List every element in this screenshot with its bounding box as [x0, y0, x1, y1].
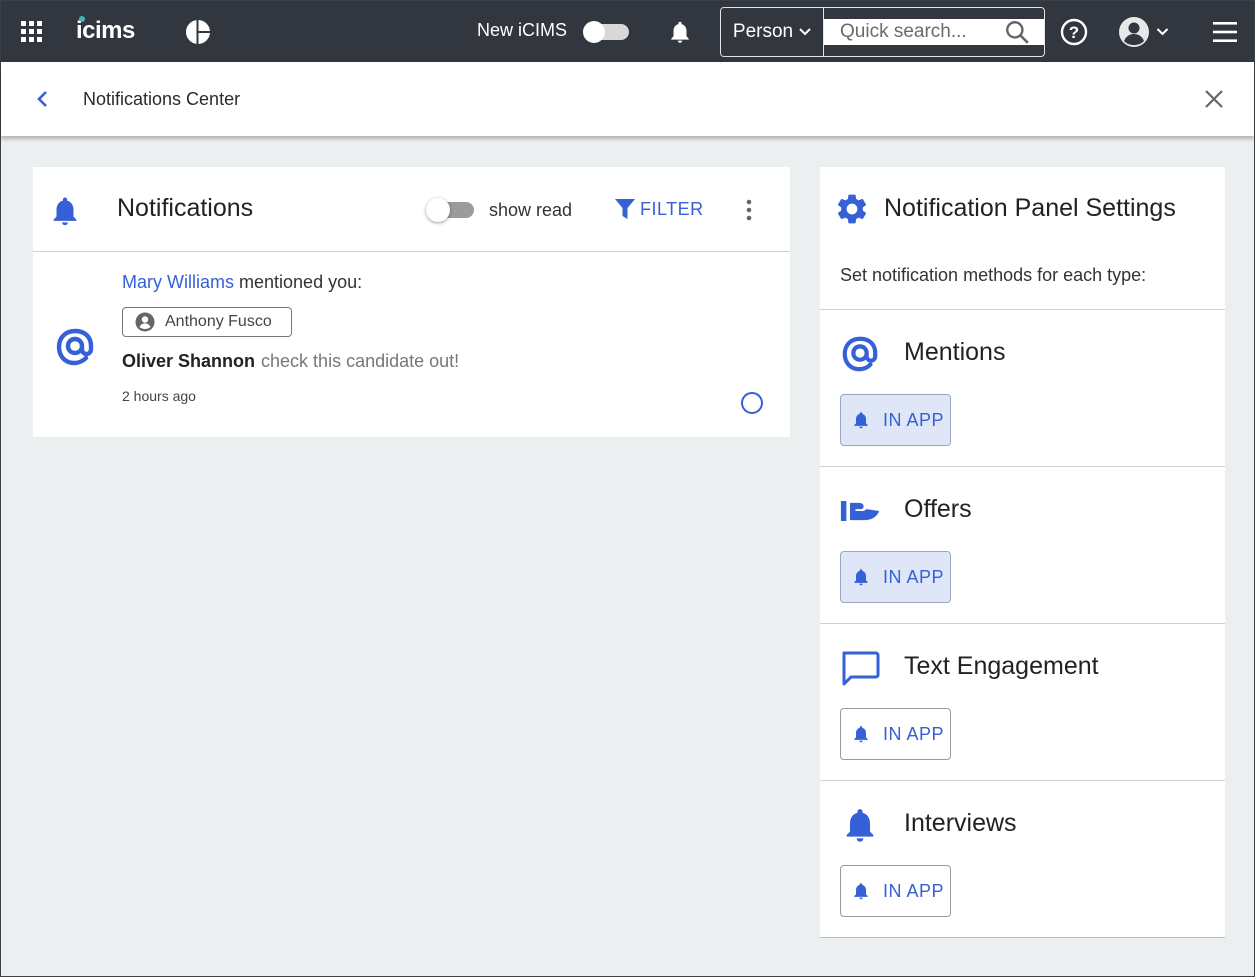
- notification-item[interactable]: Mary Williams mentioned you: Anthony Fus…: [33, 252, 790, 437]
- notification-headline: Mary Williams mentioned you:: [122, 272, 362, 293]
- quick-search-group: Person: [720, 7, 1045, 57]
- more-options-icon[interactable]: [739, 197, 759, 223]
- search-type-label: Person: [732, 21, 794, 42]
- quick-search-input[interactable]: [840, 21, 1000, 43]
- filter-funnel-icon: [615, 199, 635, 219]
- analytics-pie-icon[interactable]: [185, 19, 211, 45]
- at-mention-icon: [842, 336, 878, 372]
- in-app-label: IN APP: [883, 566, 945, 587]
- show-read-label: show read: [489, 200, 573, 220]
- bell-icon[interactable]: [667, 19, 693, 45]
- in-app-label: IN APP: [883, 880, 945, 901]
- mark-read-button[interactable]: [741, 392, 763, 414]
- user-avatar-icon: [1119, 17, 1149, 47]
- setting-row-mentions: Mentions IN APP: [820, 310, 1225, 467]
- chevron-down-icon: [1156, 28, 1169, 36]
- settings-subtitle: Set notification methods for each type:: [840, 265, 1147, 285]
- candidate-chip[interactable]: Anthony Fusco: [122, 307, 292, 337]
- icims-logo[interactable]: icims: [76, 13, 135, 49]
- gear-icon: [837, 194, 867, 224]
- at-mention-icon: [56, 328, 94, 366]
- show-read-toggle[interactable]: [426, 198, 476, 222]
- setting-type-name: Text Engagement: [904, 652, 1099, 680]
- search-type-dropdown[interactable]: Person: [721, 8, 824, 56]
- user-menu[interactable]: [1118, 16, 1174, 48]
- svg-text:?: ?: [1069, 23, 1079, 42]
- logo-dot: [79, 16, 85, 22]
- help-icon[interactable]: ?: [1060, 18, 1088, 46]
- message-text: check this candidate out!: [261, 351, 460, 371]
- actor-link[interactable]: Mary Williams: [122, 272, 234, 292]
- top-navigation-bar: icims New iCIMS Person ?: [1, 1, 1254, 62]
- filter-label: FILTER: [640, 198, 704, 219]
- setting-type-name: Interviews: [904, 809, 1017, 837]
- settings-header: Notification Panel Settings Set notifica…: [820, 167, 1225, 310]
- notification-message: Oliver Shannon check this candidate out!: [122, 351, 459, 372]
- logo-text: icims: [76, 17, 135, 44]
- person-circle-icon: [135, 312, 155, 332]
- chevron-down-icon: [799, 28, 811, 36]
- notification-timestamp: 2 hours ago: [122, 388, 196, 404]
- filter-button[interactable]: FILTER: [615, 198, 704, 220]
- page-header: Notifications Center: [1, 62, 1254, 136]
- setting-row-text-engagement: Text Engagement IN APP: [820, 624, 1225, 781]
- bell-icon: [854, 569, 868, 586]
- toggle-knob: [426, 198, 450, 222]
- apps-grid-icon[interactable]: [21, 21, 43, 43]
- settings-title: Notification Panel Settings: [884, 194, 1176, 222]
- new-icims-toggle[interactable]: [583, 21, 631, 43]
- in-app-toggle-button[interactable]: IN APP: [840, 865, 951, 917]
- in-app-toggle-button[interactable]: IN APP: [840, 708, 951, 760]
- in-app-toggle-button[interactable]: IN APP: [840, 551, 951, 603]
- chip-label: Anthony Fusco: [165, 313, 272, 330]
- toggle-knob: [583, 21, 605, 43]
- notifications-header: Notifications show read FILTER: [33, 167, 790, 252]
- message-author: Oliver Shannon: [122, 351, 256, 371]
- new-icims-label: New iCIMS: [477, 20, 568, 40]
- hamburger-menu-icon[interactable]: [1211, 19, 1239, 45]
- setting-row-interviews: Interviews IN APP: [820, 781, 1225, 938]
- in-app-label: IN APP: [883, 723, 945, 744]
- chat-bubble-icon: [842, 651, 880, 686]
- page-title: Notifications Center: [83, 89, 241, 109]
- bell-icon: [854, 726, 868, 743]
- notification-action: mentioned you:: [239, 272, 363, 292]
- offer-hand-icon: [840, 501, 880, 521]
- bell-icon: [53, 197, 77, 226]
- search-icon[interactable]: [1004, 19, 1030, 45]
- back-chevron-icon[interactable]: [34, 89, 52, 109]
- close-icon[interactable]: [1203, 88, 1225, 110]
- setting-row-offers: Offers IN APP: [820, 467, 1225, 624]
- bell-icon: [846, 809, 874, 842]
- in-app-toggle-button[interactable]: IN APP: [840, 394, 951, 446]
- notifications-title: Notifications: [117, 194, 254, 222]
- notification-settings-panel: Notification Panel Settings Set notifica…: [820, 167, 1225, 938]
- bell-icon: [854, 412, 868, 429]
- bell-icon: [854, 883, 868, 900]
- setting-type-name: Mentions: [904, 338, 1006, 366]
- notifications-panel: Notifications show read FILTER Mary Will…: [33, 167, 790, 437]
- setting-type-name: Offers: [904, 495, 972, 523]
- search-box: [824, 19, 1044, 45]
- in-app-label: IN APP: [883, 409, 945, 430]
